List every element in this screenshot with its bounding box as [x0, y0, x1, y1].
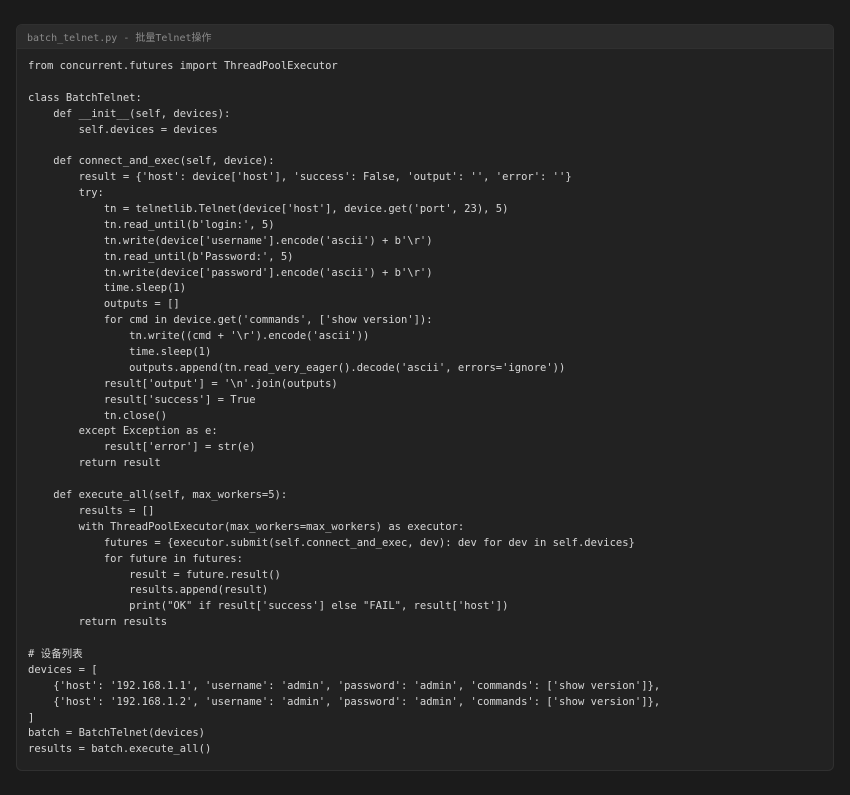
code-line: tn.read_until(b'login:', 5) — [28, 218, 275, 231]
code-window: batch_telnet.py - 批量Telnet操作 from concur… — [16, 24, 834, 771]
code-line: outputs = [] — [28, 298, 180, 311]
code-line: # 设备列表 — [28, 647, 83, 660]
code-line: tn.write(device['username'].encode('asci… — [28, 234, 433, 247]
code-line: except Exception as e: — [28, 425, 218, 438]
code-line: print("OK" if result['success'] else "FA… — [28, 600, 509, 613]
code-line: results = batch.execute_all() — [28, 743, 212, 756]
file-title: batch_telnet.py - 批量Telnet操作 — [27, 33, 212, 44]
code-line: batch = BatchTelnet(devices) — [28, 727, 206, 740]
code-line: for cmd in device.get('commands', ['show… — [28, 314, 433, 327]
code-line: from concurrent.futures import ThreadPoo… — [28, 60, 338, 72]
code-line: with ThreadPoolExecutor(max_workers=max_… — [28, 520, 465, 533]
code-line: outputs.append(tn.read_very_eager().deco… — [28, 361, 566, 374]
code-line: result['success'] = True — [28, 393, 256, 406]
code-line: tn = telnetlib.Telnet(device['host'], de… — [28, 203, 509, 216]
code-line: time.sleep(1) — [28, 282, 187, 295]
code-line: for future in futures: — [28, 552, 243, 565]
code-line: result['output'] = '\n'.join(outputs) — [28, 377, 338, 390]
code-line: tn.write(device['password'].encode('asci… — [28, 266, 433, 279]
code-line: def connect_and_exec(self, device): — [28, 155, 275, 168]
code-line: time.sleep(1) — [28, 346, 212, 359]
code-header: batch_telnet.py - 批量Telnet操作 — [17, 25, 833, 49]
code-line: return result — [28, 457, 161, 470]
code-body[interactable]: from concurrent.futures import ThreadPoo… — [28, 59, 825, 758]
code-line: def __init__(self, devices): — [28, 107, 231, 120]
code-line: futures = {executor.submit(self.connect_… — [28, 536, 635, 549]
code-line: results = [] — [28, 504, 155, 517]
code-line: ] — [28, 711, 35, 724]
code-line: {'host': '192.168.1.2', 'username': 'adm… — [28, 695, 661, 708]
code-line: def execute_all(self, max_workers=5): — [28, 489, 288, 502]
code-line: tn.close() — [28, 409, 168, 422]
code-line: tn.read_until(b'Password:', 5) — [28, 250, 294, 263]
code-line: results.append(result) — [28, 584, 269, 597]
code-line: result['error'] = str(e) — [28, 441, 256, 454]
code-line: {'host': '192.168.1.1', 'username': 'adm… — [28, 679, 661, 692]
code-line: tn.write((cmd + '\r').encode('ascii')) — [28, 330, 370, 343]
code-line: devices = [ — [28, 663, 98, 676]
code-line: self.devices = devices — [28, 123, 218, 136]
code-line: try: — [28, 187, 104, 200]
code-line: return results — [28, 616, 168, 629]
code-line: class BatchTelnet: — [28, 91, 142, 104]
code-line: result = future.result() — [28, 568, 281, 581]
code-line: result = {'host': device['host'], 'succe… — [28, 171, 572, 184]
